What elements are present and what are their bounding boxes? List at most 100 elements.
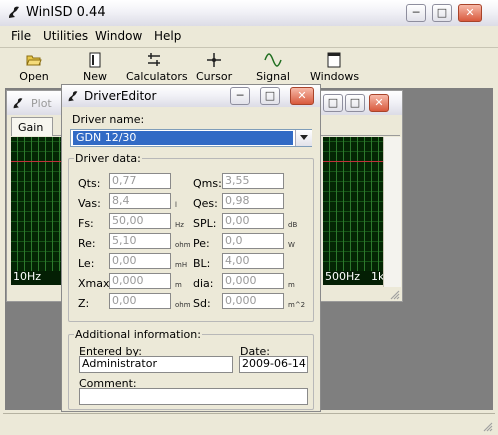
plot-axis-label-500hz: 500Hz	[325, 270, 361, 283]
comment-field[interactable]	[79, 388, 308, 405]
le-label: Le:	[78, 257, 95, 270]
pe-field[interactable]: 0,0	[222, 233, 284, 249]
plot-logo-icon	[11, 96, 25, 110]
qts-label: Qts:	[78, 177, 101, 190]
cursor-label: Cursor	[196, 70, 233, 83]
entered-by-field[interactable]: Administrator	[79, 356, 233, 373]
menu-file[interactable]: File	[11, 29, 31, 43]
close-icon: ✕	[374, 96, 384, 109]
driver-editor-window: DriverEditor ─ □ ✕ Driver name: GDN 12/3…	[61, 84, 321, 412]
plot-marker-line	[11, 161, 65, 162]
maximize-icon: □	[264, 89, 276, 102]
calculators-button[interactable]: Calculators	[126, 52, 188, 83]
resize-grip-icon[interactable]	[482, 421, 493, 432]
app-logo-icon	[6, 4, 22, 20]
cursor-button[interactable]: Cursor	[196, 52, 232, 83]
driver-name-select[interactable]: GDN 12/30	[70, 129, 312, 147]
driver-name-label: Driver name:	[72, 113, 145, 126]
qes-label: Qes:	[193, 197, 218, 210]
windows-label: Windows	[310, 70, 360, 83]
editor-title: DriverEditor	[84, 89, 157, 103]
driver-data-label: Driver data:	[74, 152, 142, 165]
vas-field[interactable]: 8,4	[109, 193, 171, 209]
new-button[interactable]: New	[78, 52, 112, 83]
spl-field[interactable]: 0,00	[222, 213, 284, 229]
xmax-field[interactable]: 0,000	[109, 273, 171, 289]
editor-maximize-button[interactable]: □	[260, 87, 280, 105]
xmax-label: Xmax:	[78, 277, 114, 290]
maximize-icon: □	[327, 96, 339, 109]
open-label: Open	[19, 70, 49, 83]
vas-unit: l	[175, 201, 177, 209]
re-unit: ohm	[175, 241, 191, 249]
status-bar	[3, 413, 495, 432]
sd-unit: m^2	[288, 301, 306, 309]
editor-minimize-button[interactable]: ─	[230, 87, 250, 105]
calculators-label: Calculators	[126, 70, 188, 83]
minimize-button[interactable]: ─	[406, 4, 426, 22]
re-field[interactable]: 5,10	[109, 233, 171, 249]
close-button[interactable]: ✕	[458, 4, 482, 22]
plot-grid-left	[11, 137, 65, 271]
driver-name-dropdown-button[interactable]	[295, 130, 312, 146]
xmax-unit: m	[175, 281, 182, 289]
open-button[interactable]: Open	[14, 52, 54, 83]
calculators-icon	[146, 52, 162, 68]
bl-label: BL:	[193, 257, 211, 270]
vas-label: Vas:	[78, 197, 101, 210]
plot-tab-gain[interactable]: Gain	[11, 117, 53, 136]
editor-logo-icon	[66, 89, 80, 103]
close-icon: ✕	[465, 6, 475, 19]
plot-scrollbar[interactable]	[383, 137, 401, 287]
menu-divider	[0, 47, 498, 48]
minimize-icon: ─	[412, 6, 420, 19]
menu-window[interactable]: Window	[95, 29, 142, 43]
qms-label: Qms:	[193, 177, 222, 190]
new-label: New	[83, 70, 107, 83]
plot-graph-left: 10Hz	[11, 137, 65, 285]
maximize-button[interactable]: □	[432, 4, 452, 22]
fs-field[interactable]: 50,00	[109, 213, 171, 229]
cursor-icon	[206, 52, 222, 68]
plot-restore-button[interactable]: □	[345, 94, 365, 112]
fs-unit: Hz	[175, 221, 184, 229]
driver-name-value: GDN 12/30	[76, 131, 137, 144]
sd-field[interactable]: 0,000	[222, 293, 284, 309]
qms-field[interactable]: 3,55	[222, 173, 284, 189]
le-unit: mH	[175, 261, 188, 269]
plot-close-button[interactable]: ✕	[369, 94, 389, 112]
dia-label: dia:	[193, 277, 214, 290]
plot-resize-grip-icon[interactable]	[389, 289, 400, 300]
sd-label: Sd:	[193, 297, 211, 310]
z-unit: ohm	[175, 301, 191, 309]
main-title-bar[interactable]: WinISD 0.44 ─ □ ✕	[0, 0, 498, 26]
bl-field[interactable]: 4,00	[222, 253, 284, 269]
pe-label: Pe:	[193, 237, 210, 250]
plot-tab-gain-label: Gain	[18, 121, 44, 134]
spl-unit: dB	[288, 221, 298, 229]
new-document-icon	[87, 52, 103, 68]
plot-title: Plot	[31, 97, 52, 110]
additional-info-label: Additional information:	[74, 328, 202, 341]
open-folder-icon	[26, 52, 42, 68]
date-field[interactable]: 2009-06-14	[239, 356, 308, 373]
windows-button[interactable]: Windows	[310, 52, 360, 83]
editor-close-button[interactable]: ✕	[290, 87, 314, 105]
menu-utilities[interactable]: Utilities	[43, 29, 88, 43]
plot-maximize-button[interactable]: □	[323, 94, 343, 112]
z-field[interactable]: 0,00	[109, 293, 171, 309]
plot-axis-label-10hz: 10Hz	[13, 270, 42, 283]
menu-help[interactable]: Help	[154, 29, 181, 43]
minimize-icon: ─	[236, 89, 244, 102]
qes-field[interactable]: 0,98	[222, 193, 284, 209]
maximize-icon: □	[349, 96, 361, 109]
qts-field[interactable]: 0,77	[109, 173, 171, 189]
dia-field[interactable]: 0,000	[222, 273, 284, 289]
le-field[interactable]: 0,00	[109, 253, 171, 269]
fs-label: Fs:	[78, 217, 94, 230]
close-icon: ✕	[297, 89, 307, 102]
z-label: Z:	[78, 297, 90, 310]
pe-unit: W	[288, 241, 295, 249]
re-label: Re:	[78, 237, 96, 250]
dia-unit: m	[288, 281, 295, 289]
